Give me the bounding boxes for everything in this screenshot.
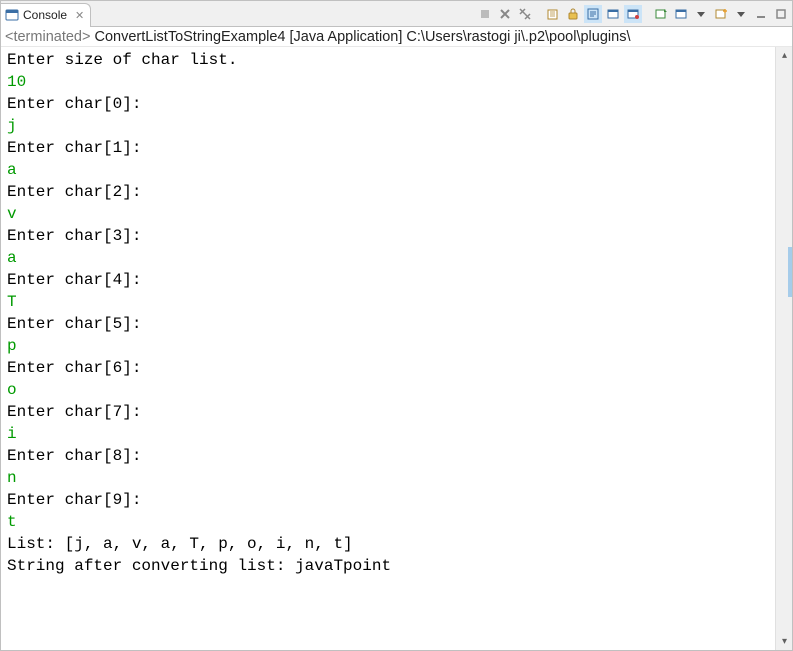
- dropdown-icon[interactable]: [692, 5, 710, 23]
- stdin-line: t: [7, 511, 773, 533]
- console-icon: [5, 8, 19, 22]
- separator: [644, 5, 650, 23]
- remove-launch-icon[interactable]: [496, 5, 514, 23]
- stdin-line: T: [7, 291, 773, 313]
- console-toolbar: [476, 1, 790, 27]
- stdin-line: 10: [7, 71, 773, 93]
- show-console-icon[interactable]: [604, 5, 622, 23]
- separator: [536, 5, 542, 23]
- stdin-line: v: [7, 203, 773, 225]
- stdout-line: Enter char[4]:: [7, 269, 773, 291]
- vertical-scrollbar[interactable]: ▴ ▾: [775, 47, 792, 650]
- edge-indicator: [788, 247, 792, 297]
- pin-console-icon[interactable]: [624, 5, 642, 23]
- close-icon[interactable]: ✕: [71, 9, 84, 22]
- launch-name: ConvertListToStringExample4: [94, 29, 285, 45]
- remove-all-icon[interactable]: [516, 5, 534, 23]
- stdin-line: o: [7, 379, 773, 401]
- stdin-line: i: [7, 423, 773, 445]
- tab-title: Console: [23, 8, 67, 22]
- launch-type: [Java Application]: [290, 29, 403, 45]
- scroll-up-icon[interactable]: ▴: [776, 47, 793, 64]
- terminated-label: <terminated>: [5, 29, 90, 45]
- stdout-line: Enter char[5]:: [7, 313, 773, 335]
- stdout-line: Enter char[8]:: [7, 445, 773, 467]
- word-wrap-icon[interactable]: [584, 5, 602, 23]
- stdout-line: List: [j, a, v, a, T, p, o, i, n, t]: [7, 533, 773, 555]
- minimize-icon[interactable]: [752, 5, 770, 23]
- console-tab[interactable]: Console ✕: [1, 3, 91, 27]
- stdout-line: String after converting list: javaTpoint: [7, 555, 773, 577]
- launch-path: C:\Users\rastogi ji\.p2\pool\plugins\: [406, 29, 630, 45]
- console-area: Enter size of char list.10Enter char[0]:…: [1, 47, 792, 650]
- terminate-icon[interactable]: [476, 5, 494, 23]
- stdout-line: Enter char[2]:: [7, 181, 773, 203]
- clear-console-icon[interactable]: [544, 5, 562, 23]
- console-output[interactable]: Enter size of char list.10Enter char[0]:…: [1, 47, 775, 650]
- stdout-line: Enter char[6]:: [7, 357, 773, 379]
- dropdown-icon[interactable]: [732, 5, 750, 23]
- stdout-line: Enter char[1]:: [7, 137, 773, 159]
- stdout-line: Enter size of char list.: [7, 49, 773, 71]
- new-console-icon[interactable]: [712, 5, 730, 23]
- launch-status: <terminated> ConvertListToStringExample4…: [1, 27, 792, 47]
- stdin-line: a: [7, 159, 773, 181]
- stdin-line: p: [7, 335, 773, 357]
- stdin-line: a: [7, 247, 773, 269]
- stdout-line: Enter char[9]:: [7, 489, 773, 511]
- maximize-icon[interactable]: [772, 5, 790, 23]
- stdout-line: Enter char[3]:: [7, 225, 773, 247]
- scroll-down-icon[interactable]: ▾: [776, 633, 793, 650]
- display-selected-icon[interactable]: [652, 5, 670, 23]
- stdout-line: Enter char[7]:: [7, 401, 773, 423]
- open-console-icon[interactable]: [672, 5, 690, 23]
- stdout-line: Enter char[0]:: [7, 93, 773, 115]
- scroll-lock-icon[interactable]: [564, 5, 582, 23]
- tab-bar: Console ✕: [1, 1, 792, 27]
- stdin-line: j: [7, 115, 773, 137]
- stdin-line: n: [7, 467, 773, 489]
